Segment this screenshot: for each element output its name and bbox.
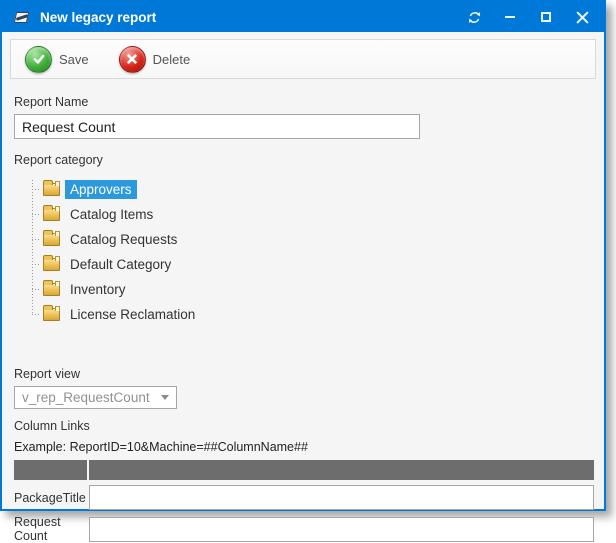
- close-button[interactable]: [574, 9, 590, 25]
- row-label: Request Count: [14, 515, 89, 543]
- red-x-sphere-icon: [119, 46, 146, 73]
- maximize-button[interactable]: [538, 9, 554, 25]
- column-links-label: Column Links: [14, 419, 592, 433]
- minimize-icon: [505, 16, 515, 18]
- report-name-label: Report Name: [14, 95, 592, 109]
- toolbar: Save Delete: [10, 39, 596, 79]
- minimize-button[interactable]: [502, 9, 518, 25]
- column-links-example: Example: ReportID=10&Machine=##ColumnNam…: [14, 440, 592, 454]
- header-cell-name: [14, 460, 87, 480]
- folder-icon: [43, 283, 60, 296]
- title-bar[interactable]: New legacy report: [2, 2, 604, 32]
- refresh-icon: [467, 10, 482, 25]
- window-title: New legacy report: [40, 10, 466, 25]
- report-category-tree: Approvers Catalog Items Catalog Requests…: [32, 177, 592, 327]
- maximize-icon: [541, 12, 551, 22]
- tree-item-catalog-requests[interactable]: Catalog Requests: [32, 227, 592, 252]
- green-check-sphere-icon: [25, 46, 52, 73]
- save-label: Save: [59, 52, 89, 67]
- report-view-dropdown[interactable]: v_rep_RequestCount: [14, 386, 177, 409]
- header-cell-link: [89, 460, 594, 480]
- delete-label: Delete: [153, 52, 191, 67]
- folder-icon: [43, 208, 60, 221]
- table-row-packagetitle: PackageTitle: [14, 485, 594, 510]
- report-name-input[interactable]: [14, 114, 420, 139]
- row-label: PackageTitle: [14, 491, 89, 505]
- note-pencil-icon: [14, 10, 31, 25]
- save-button[interactable]: Save: [17, 44, 97, 75]
- tree-item-default-category[interactable]: Default Category: [32, 252, 592, 277]
- tree-item-license-reclamation[interactable]: License Reclamation: [32, 302, 592, 327]
- refresh-button[interactable]: [466, 9, 482, 25]
- delete-button[interactable]: Delete: [111, 44, 199, 75]
- table-row-request-count: Request Count: [14, 515, 594, 543]
- folder-icon: [43, 183, 60, 196]
- dialog-window: New legacy report: [0, 0, 606, 511]
- column-links-table-header: [14, 460, 594, 480]
- request-count-link-input[interactable]: [89, 517, 594, 542]
- report-view-value: v_rep_RequestCount: [22, 390, 150, 405]
- folder-icon: [43, 308, 60, 321]
- report-view-label: Report view: [14, 367, 592, 381]
- tree-item-inventory[interactable]: Inventory: [32, 277, 592, 302]
- dropdown-arrow-icon: [161, 395, 169, 400]
- folder-icon: [43, 258, 60, 271]
- tree-item-catalog-items[interactable]: Catalog Items: [32, 202, 592, 227]
- report-category-label: Report category: [14, 153, 592, 167]
- packagetitle-link-input[interactable]: [89, 485, 594, 510]
- tree-item-approvers[interactable]: Approvers: [32, 177, 592, 202]
- close-icon: [576, 11, 589, 24]
- column-links-table: PackageTitle Request Count: [14, 460, 594, 543]
- folder-icon: [43, 233, 60, 246]
